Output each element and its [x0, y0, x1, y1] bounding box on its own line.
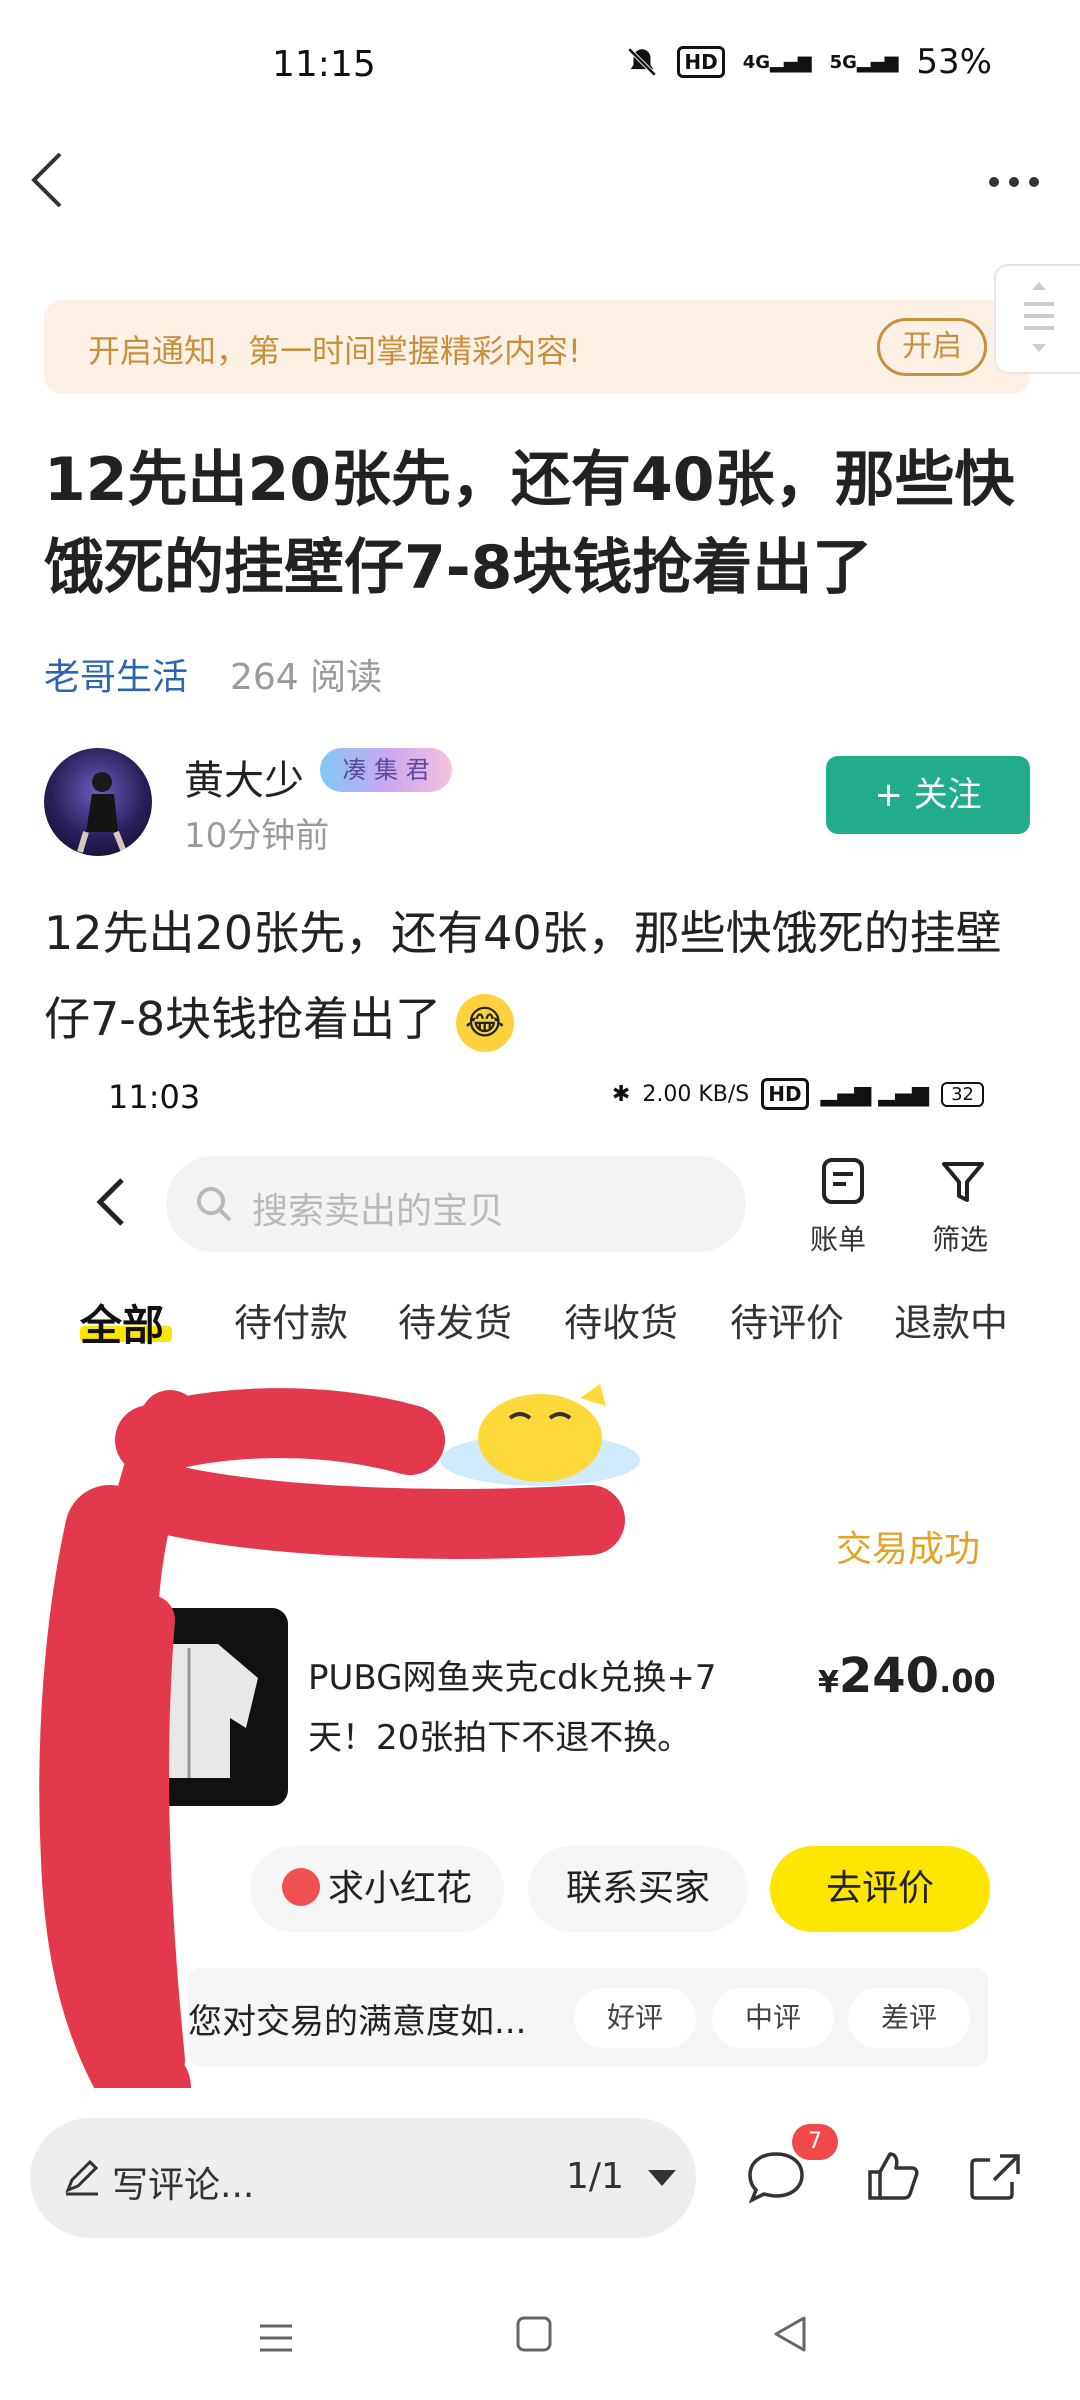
signal-4g-icon: 4G▂▄▆	[742, 51, 812, 73]
comment-icon[interactable]	[746, 2148, 806, 2204]
page-indicator[interactable]: 1/1	[566, 2156, 624, 2197]
post-body: 12先出20张先，还有40张，那些快饿死的挂壁仔7-8块钱抢着出了 😂	[44, 890, 1044, 1062]
channel-link[interactable]: 老哥生活	[44, 648, 188, 700]
follow-button[interactable]: + 关注	[826, 756, 1030, 834]
signal-5g-icon: 5G▂▄▆	[829, 51, 899, 73]
thumbs-up-icon[interactable]	[864, 2148, 920, 2204]
status-icons: HD 4G▂▄▆ 5G▂▄▆ 53%	[625, 42, 992, 82]
pen-icon	[65, 2159, 99, 2196]
home-icon[interactable]	[514, 2314, 554, 2354]
embedded-screenshot[interactable]: 11:03 ✱ 2.00 KB/S HD ▂▄▆ ▂▄▆ 32 搜索卖出的宝贝 …	[0, 1060, 1080, 2088]
read-count: 264 阅读	[230, 657, 383, 698]
enable-notify-button[interactable]: 开启	[877, 318, 987, 376]
scroll-handle[interactable]	[994, 264, 1080, 374]
back-icon[interactable]	[28, 150, 68, 210]
mute-bell-icon	[628, 47, 657, 77]
avatar-figure	[77, 772, 127, 854]
notify-text: 开启通知，第一时间掌握精彩内容!	[88, 332, 581, 370]
red-scribble-redaction	[39, 1388, 625, 2088]
scroll-arrows-icon	[1024, 282, 1054, 352]
system-back-icon[interactable]	[770, 2314, 810, 2354]
recent-apps-icon[interactable]	[256, 2318, 296, 2358]
post-body-text: 12先出20张先，还有40张，那些快饿死的挂壁仔7-8块钱抢着出了	[44, 906, 1002, 1046]
post-time: 10分钟前	[184, 816, 330, 856]
status-time: 11:15	[272, 44, 376, 85]
author-badge: 凑 集 君	[320, 748, 452, 792]
more-dots-icon[interactable]	[986, 172, 1042, 192]
caret-down-icon[interactable]	[648, 2170, 676, 2186]
comment-count-badge: 7	[792, 2124, 838, 2160]
author-name[interactable]: 黄大少	[184, 748, 304, 806]
laugh-cry-emoji-icon: 😂	[455, 993, 514, 1052]
hd-icon: HD	[677, 46, 725, 78]
comment-placeholder[interactable]: 写评论...	[112, 2156, 254, 2208]
avatar[interactable]	[44, 748, 152, 856]
battery-text: 53%	[916, 42, 992, 82]
post-title: 12先出20张先，还有40张，那些快饿死的挂壁仔7-8块钱抢着出了	[44, 445, 1015, 603]
share-icon[interactable]	[966, 2148, 1026, 2204]
